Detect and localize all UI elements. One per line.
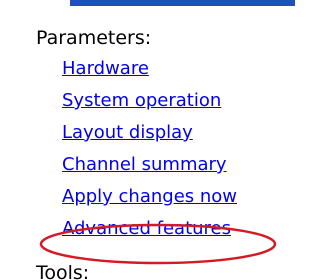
side-menu-panel: Parameters: Hardware System operation La… <box>0 0 306 280</box>
list-item: Hardware <box>62 58 237 90</box>
channel-summary-link[interactable]: Channel summary <box>62 154 227 175</box>
advanced-features-link[interactable]: Advanced features <box>62 218 231 239</box>
list-item: Channel summary <box>62 154 237 186</box>
system-operation-link[interactable]: System operation <box>62 90 221 111</box>
list-item: Layout display <box>62 122 237 154</box>
list-item: Apply changes now <box>62 186 237 218</box>
layout-display-link[interactable]: Layout display <box>62 122 193 143</box>
list-item: System operation <box>62 90 237 122</box>
accent-bar <box>70 0 295 6</box>
parameters-heading: Parameters: <box>36 27 152 49</box>
hardware-link[interactable]: Hardware <box>62 58 149 79</box>
apply-changes-now-link[interactable]: Apply changes now <box>62 186 237 207</box>
list-item: Advanced features <box>62 218 237 250</box>
parameters-link-list: Hardware System operation Layout display… <box>62 58 237 250</box>
tools-heading: Tools: <box>36 262 90 280</box>
